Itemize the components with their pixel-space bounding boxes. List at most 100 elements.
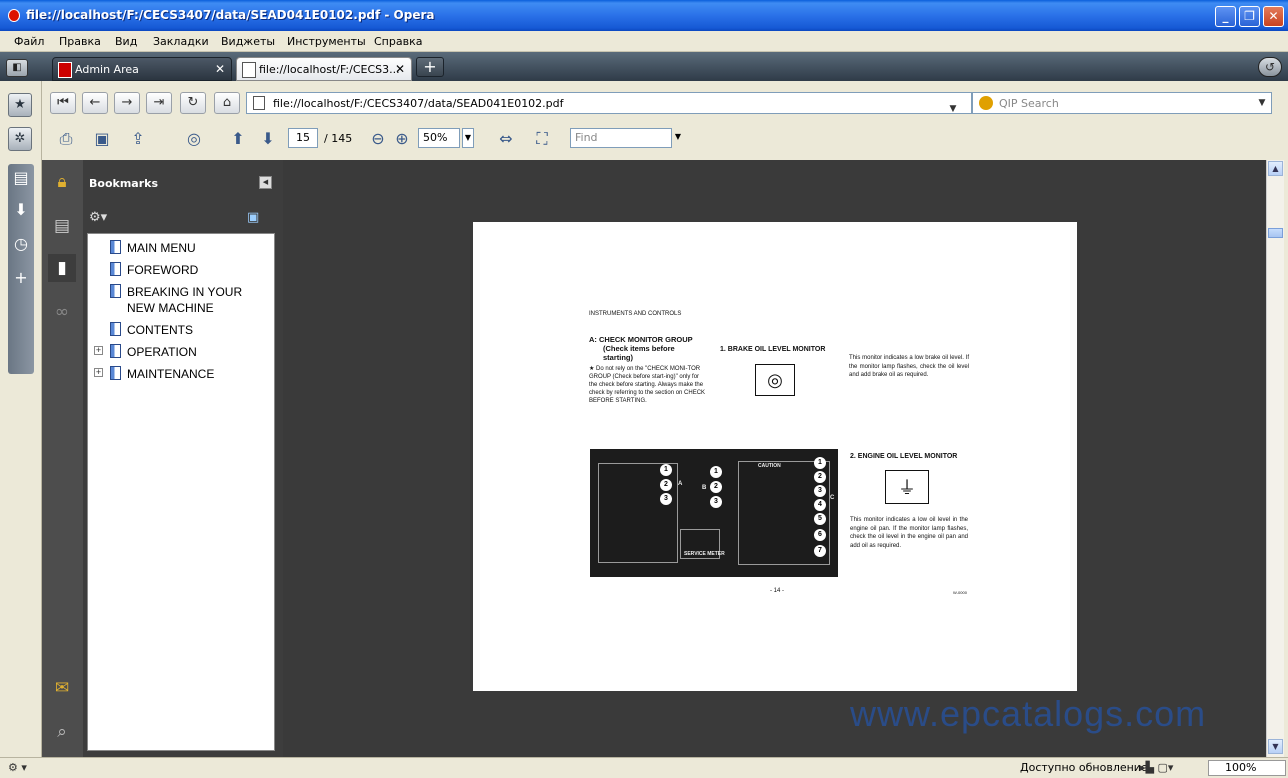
new-bookmark-icon[interactable]: ▣ (247, 210, 259, 225)
comments-icon[interactable]: ✉ (48, 674, 76, 702)
next-page-icon[interactable]: ⬇ (256, 128, 280, 150)
notes-icon[interactable]: ▤ (8, 168, 34, 187)
callout-number: 6 (814, 529, 826, 541)
fast-forward-button[interactable]: ⇥ (146, 92, 172, 114)
url-input[interactable]: file://localhost/F:/CECS3407/data/SEAD04… (246, 92, 972, 114)
callout-number: 2 (660, 479, 672, 491)
fit-page-icon[interactable]: ⛶ (530, 128, 554, 150)
menu-widgets[interactable]: Виджеты (221, 35, 275, 48)
trash-can-icon[interactable]: ↺ (1258, 57, 1282, 77)
bookmarks-nav-icon[interactable]: ▮ (48, 254, 76, 282)
bookmark-icon (110, 344, 121, 358)
scroll-thumb[interactable] (1268, 228, 1283, 238)
tab-admin-area[interactable]: Admin Area ✕ (52, 57, 232, 81)
downloads-icon[interactable]: ⬇ (8, 200, 34, 219)
maximize-button[interactable]: ❐ (1239, 6, 1260, 27)
address-bar: ⏮ ← → ⇥ ↻ ⌂ file://localhost/F:/CECS3407… (42, 87, 1288, 119)
callout-number: 7 (814, 545, 826, 557)
menu-file[interactable]: Файл (14, 35, 44, 48)
collapse-panel-button[interactable]: ◀ (259, 176, 272, 189)
menu-bookmarks[interactable]: Закладки (153, 35, 209, 48)
back-button[interactable]: ← (82, 92, 108, 114)
minimize-button[interactable]: _ (1215, 6, 1236, 27)
history-icon[interactable]: ◷ (8, 234, 34, 253)
tab-close-icon[interactable]: ✕ (395, 62, 405, 76)
status-zoom[interactable]: 100% (1208, 760, 1286, 776)
status-tools-icon[interactable]: ▸▙ ▢▾ (1140, 761, 1173, 774)
bookmark-label: MAIN MENU (127, 241, 196, 255)
label-b: B (702, 485, 707, 491)
save-icon[interactable]: ▣ (90, 128, 114, 150)
zoom-out-icon[interactable]: ⊖ (366, 128, 390, 150)
callout-number: 1 (814, 457, 826, 469)
rewind-button[interactable]: ⏮ (50, 92, 76, 114)
attachments-icon[interactable]: ⌕ (48, 718, 76, 746)
fit-width-icon[interactable]: ⇔ (494, 128, 518, 150)
new-tab-button[interactable]: + (416, 57, 444, 77)
expand-icon[interactable]: + (94, 368, 103, 377)
engine-oil-monitor-icon: ⏚ (885, 470, 929, 504)
star-icon: ★ (14, 97, 26, 112)
bookmark-item[interactable]: + MAINTENANCE (88, 365, 274, 385)
url-dropdown-icon[interactable]: ▼ (945, 99, 961, 119)
reload-button[interactable]: ↻ (180, 92, 206, 114)
bookmark-label: OPERATION (127, 345, 197, 359)
scroll-up-icon[interactable]: ▲ (1268, 161, 1283, 176)
search-dropdown-icon[interactable]: ▼ (1255, 95, 1269, 111)
bookmark-item[interactable]: CONTENTS (88, 321, 274, 341)
tab-label: file://localhost/F:/CECS3... (259, 63, 400, 76)
tab-bar: ◧ Admin Area ✕ file://localhost/F:/CECS3… (0, 52, 1288, 81)
tab-pdf-file[interactable]: file://localhost/F:/CECS3... ✕ (236, 57, 412, 81)
bookmark-label: MAINTENANCE (127, 367, 215, 381)
options-gear-icon[interactable]: ⚙▾ (89, 210, 107, 225)
zoom-in-icon[interactable]: ⊕ (390, 128, 414, 150)
print-icon[interactable]: ⎙ (54, 128, 78, 150)
find-input[interactable]: Find (570, 128, 672, 148)
menu-tools[interactable]: Инструменты (287, 35, 366, 48)
window-title: file://localhost/F:/CECS3407/data/SEAD04… (26, 8, 435, 22)
share-icon[interactable]: ⇪ (126, 128, 150, 150)
expand-icon[interactable]: + (94, 346, 103, 355)
zoom-dropdown-icon[interactable]: ▼ (462, 128, 474, 148)
bookmarks-panel: Bookmarks ◀ ⚙▾ ▣ MAIN MENU FOREWORD BREA… (83, 160, 278, 757)
opera-logo-icon (8, 9, 20, 22)
heading-line: A: CHECK MONITOR GROUP (589, 335, 693, 344)
collaborate-icon[interactable]: ◎ (182, 128, 206, 150)
tab-close-icon[interactable]: ✕ (215, 62, 225, 76)
bookmark-item[interactable]: + OPERATION (88, 343, 274, 363)
forward-button[interactable]: → (114, 92, 140, 114)
brake-oil-monitor-icon: ◎ (755, 364, 795, 396)
status-menu-icon[interactable]: ⚙ ▾ (8, 761, 27, 774)
bookmark-item[interactable]: FOREWORD (88, 261, 274, 281)
window-titlebar: file://localhost/F:/CECS3407/data/SEAD04… (0, 0, 1288, 31)
callout-number: 4 (814, 499, 826, 511)
menu-help[interactable]: Справка (374, 35, 422, 48)
bookmark-item[interactable]: BREAKING IN YOUR NEW MACHINE (88, 283, 274, 319)
binoculars-icon[interactable]: ∞ (48, 298, 76, 326)
check-note: ★ Do not rely on the "CHECK MONI-TOR GRO… (589, 366, 706, 404)
lock-icon[interactable]: 🔒︎ (48, 168, 76, 196)
callout-number: 3 (814, 485, 826, 497)
close-button[interactable]: ✕ (1263, 6, 1284, 27)
tab-panel-toggle-icon[interactable]: ◧ (6, 59, 28, 77)
add-panel-icon[interactable]: + (8, 268, 34, 287)
menu-edit[interactable]: Правка (59, 35, 101, 48)
scroll-down-icon[interactable]: ▼ (1268, 739, 1283, 754)
update-available-text[interactable]: Доступно обновление (1020, 761, 1148, 774)
bookmark-icon (110, 284, 121, 298)
pdf-page: INSTRUMENTS AND CONTROLS A: CHECK MONITO… (473, 222, 1077, 691)
home-button[interactable]: ⌂ (214, 92, 240, 114)
page-number-input[interactable]: 15 (288, 128, 318, 148)
find-dropdown-icon[interactable]: ▼ (672, 128, 684, 148)
previous-page-icon[interactable]: ⬆ (226, 128, 250, 150)
pages-icon[interactable]: ▤ (48, 212, 76, 240)
bookmark-icon (110, 366, 121, 380)
vertical-scrollbar[interactable]: ▲ ▼ (1266, 160, 1284, 757)
widgets-panel-button[interactable]: ✲ (8, 127, 32, 151)
menu-view[interactable]: Вид (115, 35, 137, 48)
bookmark-item[interactable]: MAIN MENU (88, 239, 274, 259)
zoom-input[interactable]: 50% (418, 128, 460, 148)
search-input[interactable]: QIP Search ▼ (972, 92, 1272, 114)
heading-line: starting) (603, 353, 633, 362)
bookmarks-panel-button[interactable]: ★ (8, 93, 32, 117)
